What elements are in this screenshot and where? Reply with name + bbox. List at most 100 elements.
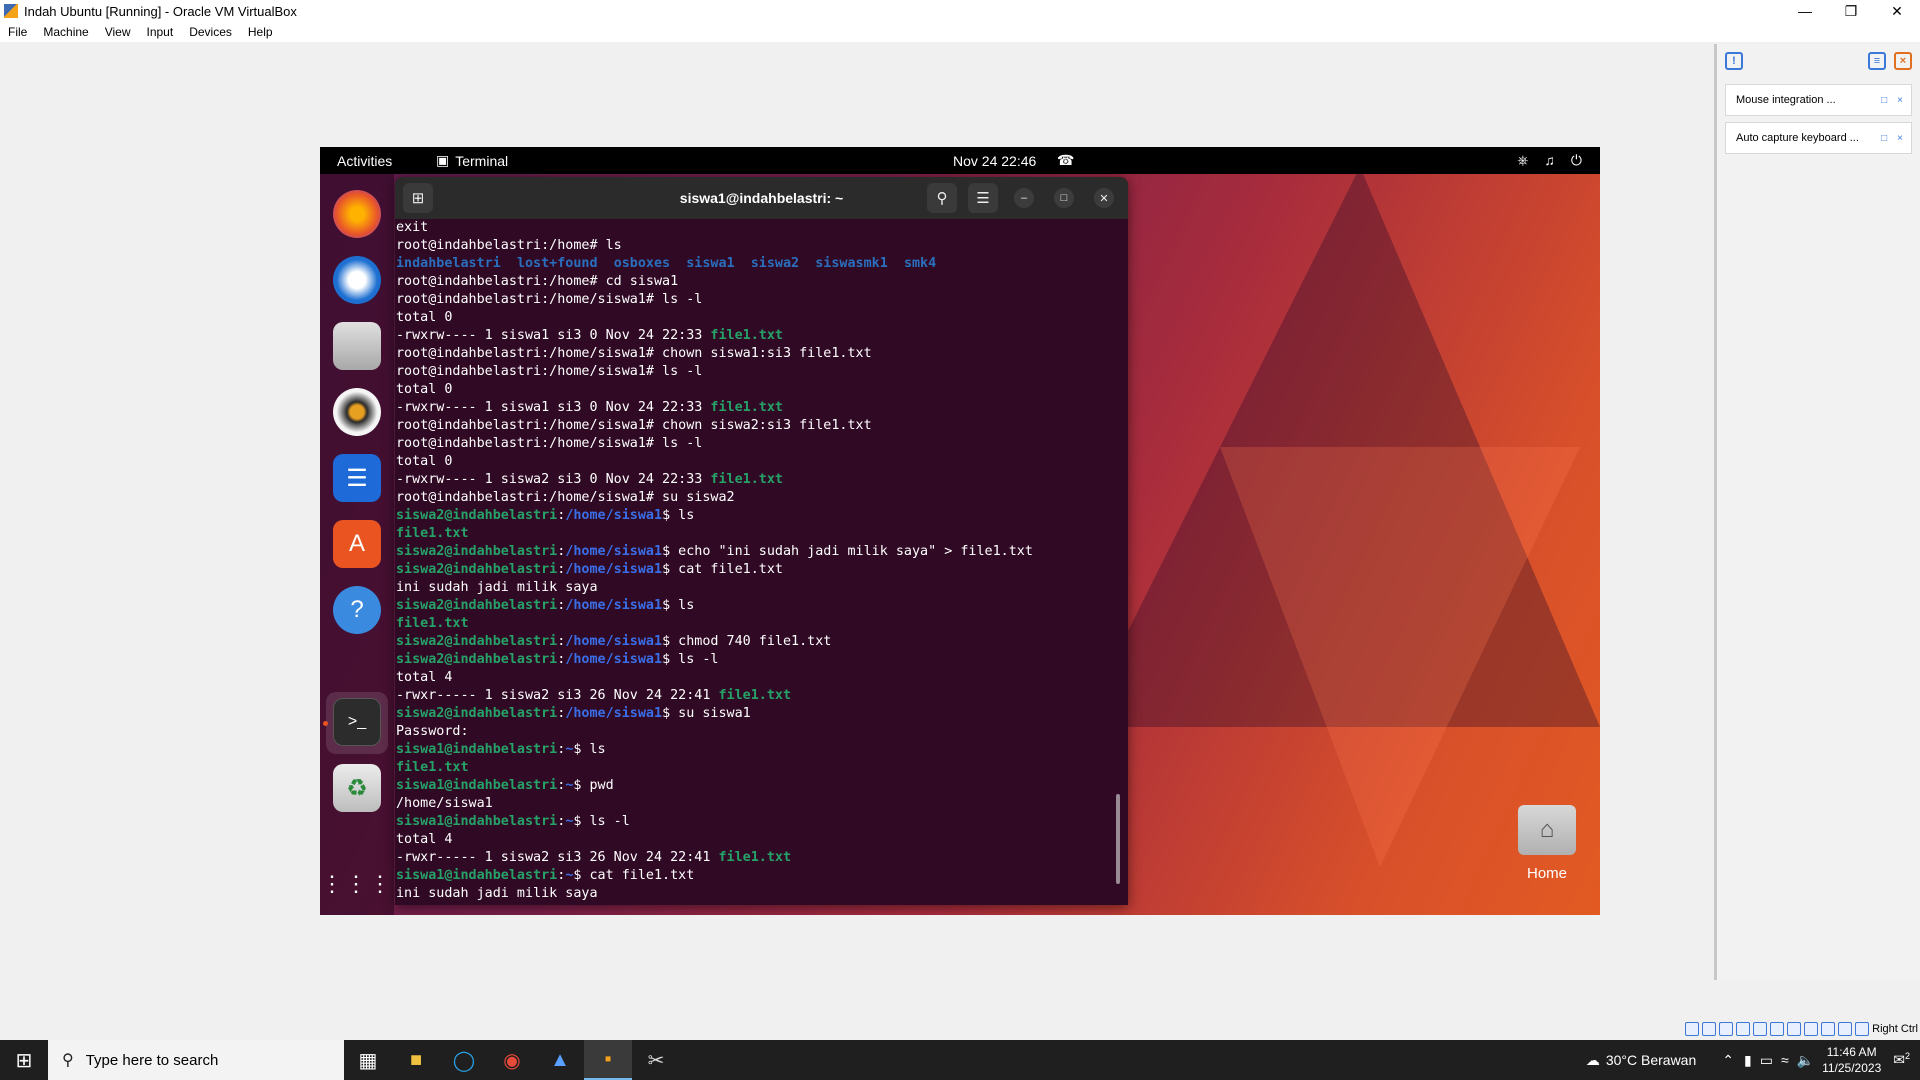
terminal-line: -rwxr----- 1 siswa2 si3 26 Nov 24 22:41 … <box>396 687 1115 705</box>
firefox-icon[interactable] <box>333 190 381 238</box>
search-button[interactable]: ⚲ <box>927 183 957 213</box>
recording-status-icon[interactable] <box>1804 1022 1819 1036</box>
menu-help[interactable]: Help <box>240 25 281 39</box>
windows-start-icon[interactable]: ⊞ <box>0 1040 48 1080</box>
desktop-icon[interactable]: ▭ <box>1760 1052 1773 1069</box>
menu-file[interactable]: File <box>0 25 35 39</box>
terminal-line: -rwxrw---- 1 siswa1 si3 0 Nov 24 22:33 f… <box>396 399 1115 417</box>
activities-button[interactable]: Activities <box>337 153 392 169</box>
notification-count: 2 <box>1904 1051 1910 1062</box>
terminal-text: root@indahbelastri:/home/siswa1# su sisw… <box>396 490 735 505</box>
menu-devices[interactable]: Devices <box>181 25 240 39</box>
file-explorer-icon[interactable]: ■ <box>392 1040 440 1080</box>
dismiss-icon[interactable]: × <box>1897 133 1903 144</box>
virtualbox-manager-icon[interactable]: ▲ <box>536 1040 584 1080</box>
terminal-text: total 0 <box>396 310 453 325</box>
terminal-output[interactable]: exit root@indahbelastri:/home# ls indahbel… <box>395 219 1115 905</box>
notification-label: Auto capture keyboard ... <box>1736 132 1859 144</box>
terminal-text: -rwxr----- 1 siswa2 si3 26 Nov 24 22:41 <box>396 850 719 865</box>
keep-icon[interactable]: □ <box>1881 133 1887 144</box>
menu-button[interactable]: ☰ <box>968 183 998 213</box>
show-apps-icon[interactable]: ⋮⋮⋮ <box>321 860 391 908</box>
info-icon[interactable]: ! <box>1725 52 1743 70</box>
keyboard-status-icon[interactable] <box>1855 1022 1870 1036</box>
battery-icon[interactable]: ▮ <box>1744 1052 1752 1069</box>
menu-machine[interactable]: Machine <box>35 25 96 39</box>
close-window-button[interactable]: ✕ <box>1094 188 1114 208</box>
libreoffice-writer-icon[interactable]: ☰ <box>333 454 381 502</box>
terminal-text: file1.txt <box>718 850 792 865</box>
bell-icon[interactable]: ☎ <box>1057 152 1074 169</box>
terminal-window[interactable]: ⊞ siswa1@indahbelastri: ~ ⚲ ☰ – □ ✕ exit… <box>395 177 1128 905</box>
trash-icon[interactable]: ♻ <box>333 764 381 812</box>
terminal-line: siswa2@indahbelastri:/home/siswa1$ ls <box>396 597 1115 615</box>
running-vm-icon[interactable]: ▪ <box>584 1040 632 1080</box>
edge-icon[interactable]: ◯ <box>440 1040 488 1080</box>
desktop-home-icon[interactable]: ⌂ Home <box>1502 805 1592 882</box>
wifi-icon[interactable]: ≈ <box>1781 1052 1789 1068</box>
menu-view[interactable]: View <box>97 25 139 39</box>
app-menu[interactable]: ▣ Terminal <box>436 152 508 169</box>
power-icon[interactable]: ⏻ <box>1571 152 1582 169</box>
terminal-icon[interactable]: >_ <box>333 698 381 746</box>
guest-screen[interactable]: Activities ▣ Terminal Nov 24 22:46 ☎ ⎈ ♫… <box>320 147 1600 915</box>
terminal-line: siswa2@indahbelastri:/home/siswa1$ su si… <box>396 705 1115 723</box>
terminal-line: root@indahbelastri:/home/siswa1# ls -l <box>396 291 1115 309</box>
terminal-scrollbar[interactable] <box>1116 794 1120 884</box>
terminal-text: lost+found <box>516 256 598 271</box>
help-icon[interactable]: ? <box>333 586 381 634</box>
close-button[interactable]: ✕ <box>1874 0 1920 22</box>
terminal-text: file1.txt <box>396 526 469 541</box>
terminal-text: total 4 <box>396 670 453 685</box>
dismiss-icon[interactable]: × <box>1897 95 1903 106</box>
search-placeholder: Type here to search <box>85 1051 219 1069</box>
weather-text[interactable]: 30°C Berawan <box>1606 1052 1696 1068</box>
files-icon[interactable] <box>333 322 381 370</box>
hdd-status-icon[interactable] <box>1685 1022 1700 1036</box>
usb-status-icon[interactable] <box>1753 1022 1768 1036</box>
weather-icon[interactable]: ☁ <box>1586 1052 1600 1069</box>
audio-status-icon[interactable] <box>1719 1022 1734 1036</box>
minimize-window-button[interactable]: – <box>1014 188 1034 208</box>
terminal-text: /home/siswa1 <box>396 796 493 811</box>
cpu-status-icon[interactable] <box>1821 1022 1836 1036</box>
minimize-button[interactable]: — <box>1782 0 1828 22</box>
terminal-text: root@indahbelastri:/home# ls <box>396 238 622 253</box>
toggle-panel-icon[interactable]: ≡ <box>1868 52 1886 70</box>
terminal-line: total 4 <box>396 669 1115 687</box>
clock[interactable]: Nov 24 22:46 <box>953 153 1036 169</box>
software-center-icon[interactable]: A <box>333 520 381 568</box>
clear-all-icon[interactable]: × <box>1894 52 1912 70</box>
menu-input[interactable]: Input <box>139 25 182 39</box>
network-icon[interactable]: ⎈ <box>1517 152 1528 169</box>
notification-mouse-integration[interactable]: Mouse integration ... □ × <box>1725 84 1912 116</box>
notification-center-icon[interactable]: ✉2 <box>1893 1051 1910 1069</box>
keep-icon[interactable]: □ <box>1881 95 1887 106</box>
thunderbird-icon[interactable] <box>333 256 381 304</box>
notification-auto-capture[interactable]: Auto capture keyboard ... □ × <box>1725 122 1912 154</box>
taskbar-clock[interactable]: 11:46 AM 11/25/2023 <box>1822 1044 1881 1076</box>
chrome-icon[interactable]: ◉ <box>488 1040 536 1080</box>
task-view-icon[interactable]: ▦ <box>344 1040 392 1080</box>
terminal-line: siswa1@indahbelastri:~$ pwd <box>396 777 1115 795</box>
shared-folder-status-icon[interactable] <box>1770 1022 1785 1036</box>
snipping-tool-icon[interactable]: ✂ <box>632 1040 680 1080</box>
restore-button[interactable]: ❐ <box>1828 0 1874 22</box>
ubuntu-dock: ☰ A ? >_ ♻ ⋮⋮⋮ <box>320 174 394 915</box>
terminal-text: $ ls -l <box>662 652 719 667</box>
terminal-text: siswa1 <box>686 256 735 271</box>
speaker-icon[interactable]: 🔈 <box>1797 1052 1814 1069</box>
network-status-icon[interactable] <box>1736 1022 1751 1036</box>
terminal-text: siswa1@indahbelastri <box>396 868 558 883</box>
taskbar-search[interactable]: ⚲ Type here to search <box>48 1040 344 1080</box>
volume-icon[interactable]: ♫ <box>1544 152 1555 169</box>
terminal-text: -rwxrw---- 1 siswa1 si3 0 Nov 24 22:33 <box>396 400 711 415</box>
display-status-icon[interactable] <box>1787 1022 1802 1036</box>
optical-status-icon[interactable] <box>1702 1022 1717 1036</box>
terminal-line: Password: <box>396 723 1115 741</box>
rhythmbox-icon[interactable] <box>333 388 381 436</box>
mouse-status-icon[interactable] <box>1838 1022 1853 1036</box>
terminal-text: $ ls <box>662 598 695 613</box>
maximize-window-button[interactable]: □ <box>1054 188 1074 208</box>
show-hidden-icons[interactable]: ⌃ <box>1722 1052 1734 1069</box>
